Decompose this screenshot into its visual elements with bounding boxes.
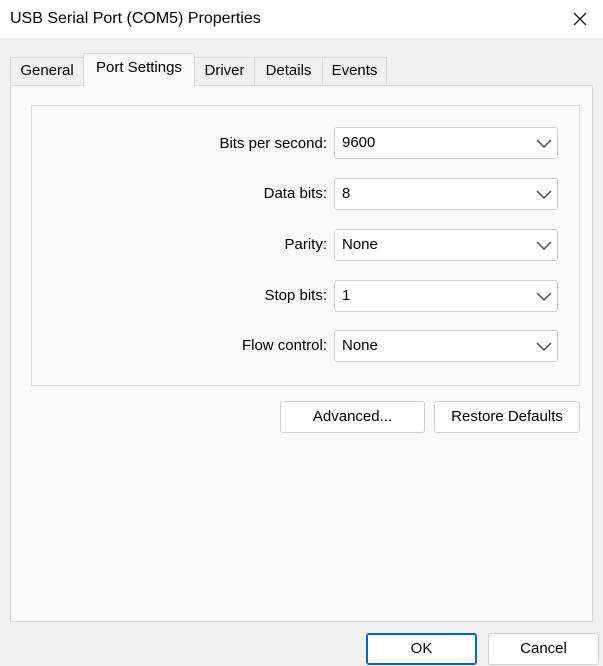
- data-bits-label: Data bits:: [263, 185, 327, 202]
- chevron-down-icon: [535, 339, 553, 353]
- stop-bits-value: 1: [342, 287, 351, 304]
- data-bits-value: 8: [342, 185, 351, 202]
- tab-general[interactable]: General: [10, 57, 84, 85]
- parity-value: None: [342, 236, 378, 253]
- parity-dropdown[interactable]: None: [334, 229, 558, 261]
- data-bits-dropdown[interactable]: 8: [334, 178, 558, 210]
- bits-per-second-label: Bits per second:: [219, 135, 327, 152]
- tab-label: Driver: [204, 62, 245, 79]
- advanced-button[interactable]: Advanced...: [280, 401, 425, 433]
- bits-per-second-value: 9600: [342, 134, 376, 151]
- chevron-down-icon: [535, 136, 553, 150]
- chevron-down-icon: [535, 238, 553, 252]
- cancel-button[interactable]: Cancel: [488, 633, 599, 665]
- properties-dialog: USB Serial Port (COM5) Properties Genera…: [0, 0, 603, 666]
- chevron-down-icon: [535, 187, 553, 201]
- tab-label: Port Settings: [96, 59, 182, 76]
- tab-port-settings[interactable]: Port Settings: [83, 53, 195, 86]
- flow-control-dropdown[interactable]: None: [334, 330, 558, 362]
- port-settings-pane: Bits per second: 9600 Data bits: 8 Parit…: [10, 85, 593, 622]
- tab-label: Details: [265, 62, 312, 79]
- window-title: USB Serial Port (COM5) Properties: [10, 10, 261, 27]
- title-bar: USB Serial Port (COM5) Properties: [0, 0, 603, 38]
- tab-label: Events: [331, 62, 378, 79]
- ok-button[interactable]: OK: [366, 633, 477, 665]
- tab-driver[interactable]: Driver: [194, 57, 255, 85]
- stop-bits-label: Stop bits:: [264, 287, 327, 304]
- flow-control-label: Flow control:: [241, 337, 327, 354]
- flow-control-value: None: [342, 337, 378, 354]
- stop-bits-dropdown[interactable]: 1: [334, 280, 558, 312]
- port-settings-group: Bits per second: 9600 Data bits: 8 Parit…: [31, 105, 580, 386]
- bits-per-second-dropdown[interactable]: 9600: [334, 127, 558, 159]
- close-button[interactable]: [557, 0, 603, 38]
- tab-details[interactable]: Details: [254, 57, 323, 85]
- restore-defaults-button[interactable]: Restore Defaults: [434, 401, 580, 433]
- close-icon: [572, 11, 588, 27]
- tab-label: General: [20, 62, 74, 79]
- tab-events[interactable]: Events: [322, 57, 387, 85]
- parity-label: Parity:: [284, 236, 327, 253]
- chevron-down-icon: [535, 289, 553, 303]
